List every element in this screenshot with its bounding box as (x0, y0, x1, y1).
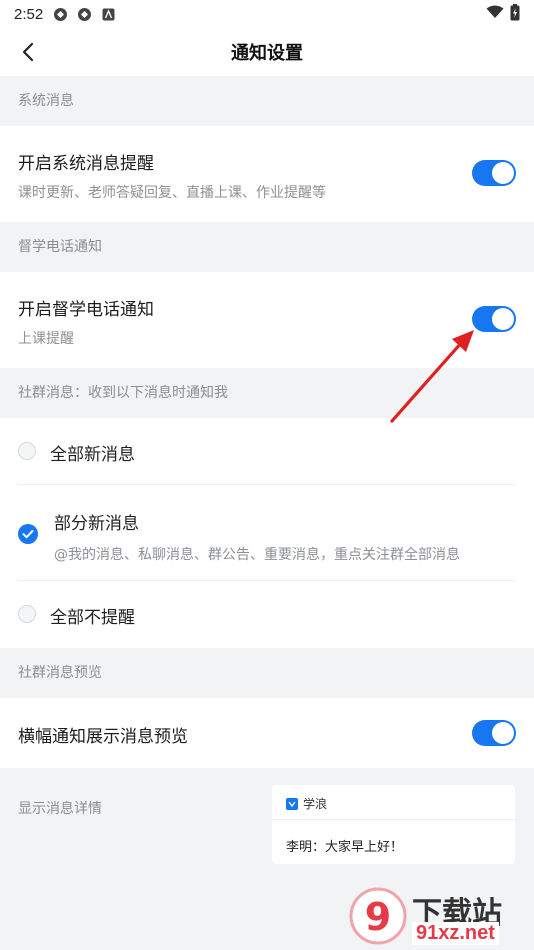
system-notification-toggle[interactable] (472, 160, 516, 186)
phone-notification-row: 开启督学电话通知 上课提醒 (0, 272, 534, 368)
toggle-knob (492, 308, 514, 330)
banner-preview-title: 横幅通知展示消息预览 (18, 727, 188, 747)
nav-bar: 通知设置 (0, 28, 534, 76)
back-button[interactable] (14, 38, 42, 66)
app-logo-icon (286, 797, 298, 810)
preview-app-name: 学浪 (303, 797, 328, 811)
watermark-logo: 9 下载站 91xz.net (348, 886, 528, 946)
option-partial-messages[interactable]: 部分新消息 @我的消息、私聊消息、群公告、重要消息，重点关注群全部消息 (0, 485, 534, 581)
radio-checked-icon[interactable] (18, 524, 38, 544)
option-all-messages[interactable]: 全部新消息 (0, 418, 534, 485)
app-notification-icon (101, 7, 116, 22)
toggle-knob (492, 722, 514, 744)
radio-unchecked-icon[interactable] (18, 605, 36, 623)
phone-notification-subtitle: 上课提醒 (18, 331, 74, 347)
system-notification-row: 开启系统消息提醒 课时更新、老师答疑回复、直播上课、作业提醒等 (0, 126, 534, 222)
section-header-phone: 督学电话通知 (0, 222, 534, 272)
option-partial-messages-subtitle: @我的消息、私聊消息、群公告、重要消息，重点关注群全部消息 (54, 547, 460, 563)
option-all-messages-label: 全部新消息 (50, 445, 135, 465)
chevron-left-icon (22, 42, 34, 62)
section-header-preview: 社群消息预览 (0, 648, 534, 698)
detail-label: 显示消息详情 (18, 801, 102, 817)
system-notification-title: 开启系统消息提醒 (18, 154, 154, 174)
watermark-glyph: 9 (365, 895, 391, 939)
phone-notification-title: 开启督学电话通知 (18, 300, 154, 320)
preview-message: 李明：大家早上好！ (286, 840, 404, 855)
phone-notification-toggle[interactable] (472, 306, 516, 332)
wifi-icon (486, 5, 504, 23)
battery-icon (510, 3, 520, 25)
radio-unchecked-icon[interactable] (18, 442, 36, 460)
page-title: 通知设置 (231, 43, 303, 64)
section-header-community: 社群消息：收到以下消息时通知我 (0, 368, 534, 418)
banner-preview-row: 横幅通知展示消息预览 (0, 698, 534, 768)
message-preview-card: 学浪 李明：大家早上好！ (272, 785, 515, 864)
banner-preview-toggle[interactable] (472, 720, 516, 746)
status-bar: 2:52 (0, 0, 534, 28)
system-notification-subtitle: 课时更新、老师答疑回复、直播上课、作业提醒等 (18, 185, 326, 201)
option-no-reminder-label: 全部不提醒 (50, 608, 135, 628)
option-partial-messages-label: 部分新消息 (54, 514, 139, 534)
divider (272, 819, 515, 820)
sync-icon-2 (77, 7, 92, 22)
watermark-url: 91xz.net (412, 922, 499, 945)
preview-app-row: 学浪 (286, 795, 327, 812)
section-header-system: 系统消息 (0, 76, 534, 126)
toggle-knob (492, 162, 514, 184)
status-time: 2:52 (14, 5, 44, 23)
option-no-reminder[interactable]: 全部不提醒 (0, 581, 534, 648)
sync-icon (53, 7, 68, 22)
